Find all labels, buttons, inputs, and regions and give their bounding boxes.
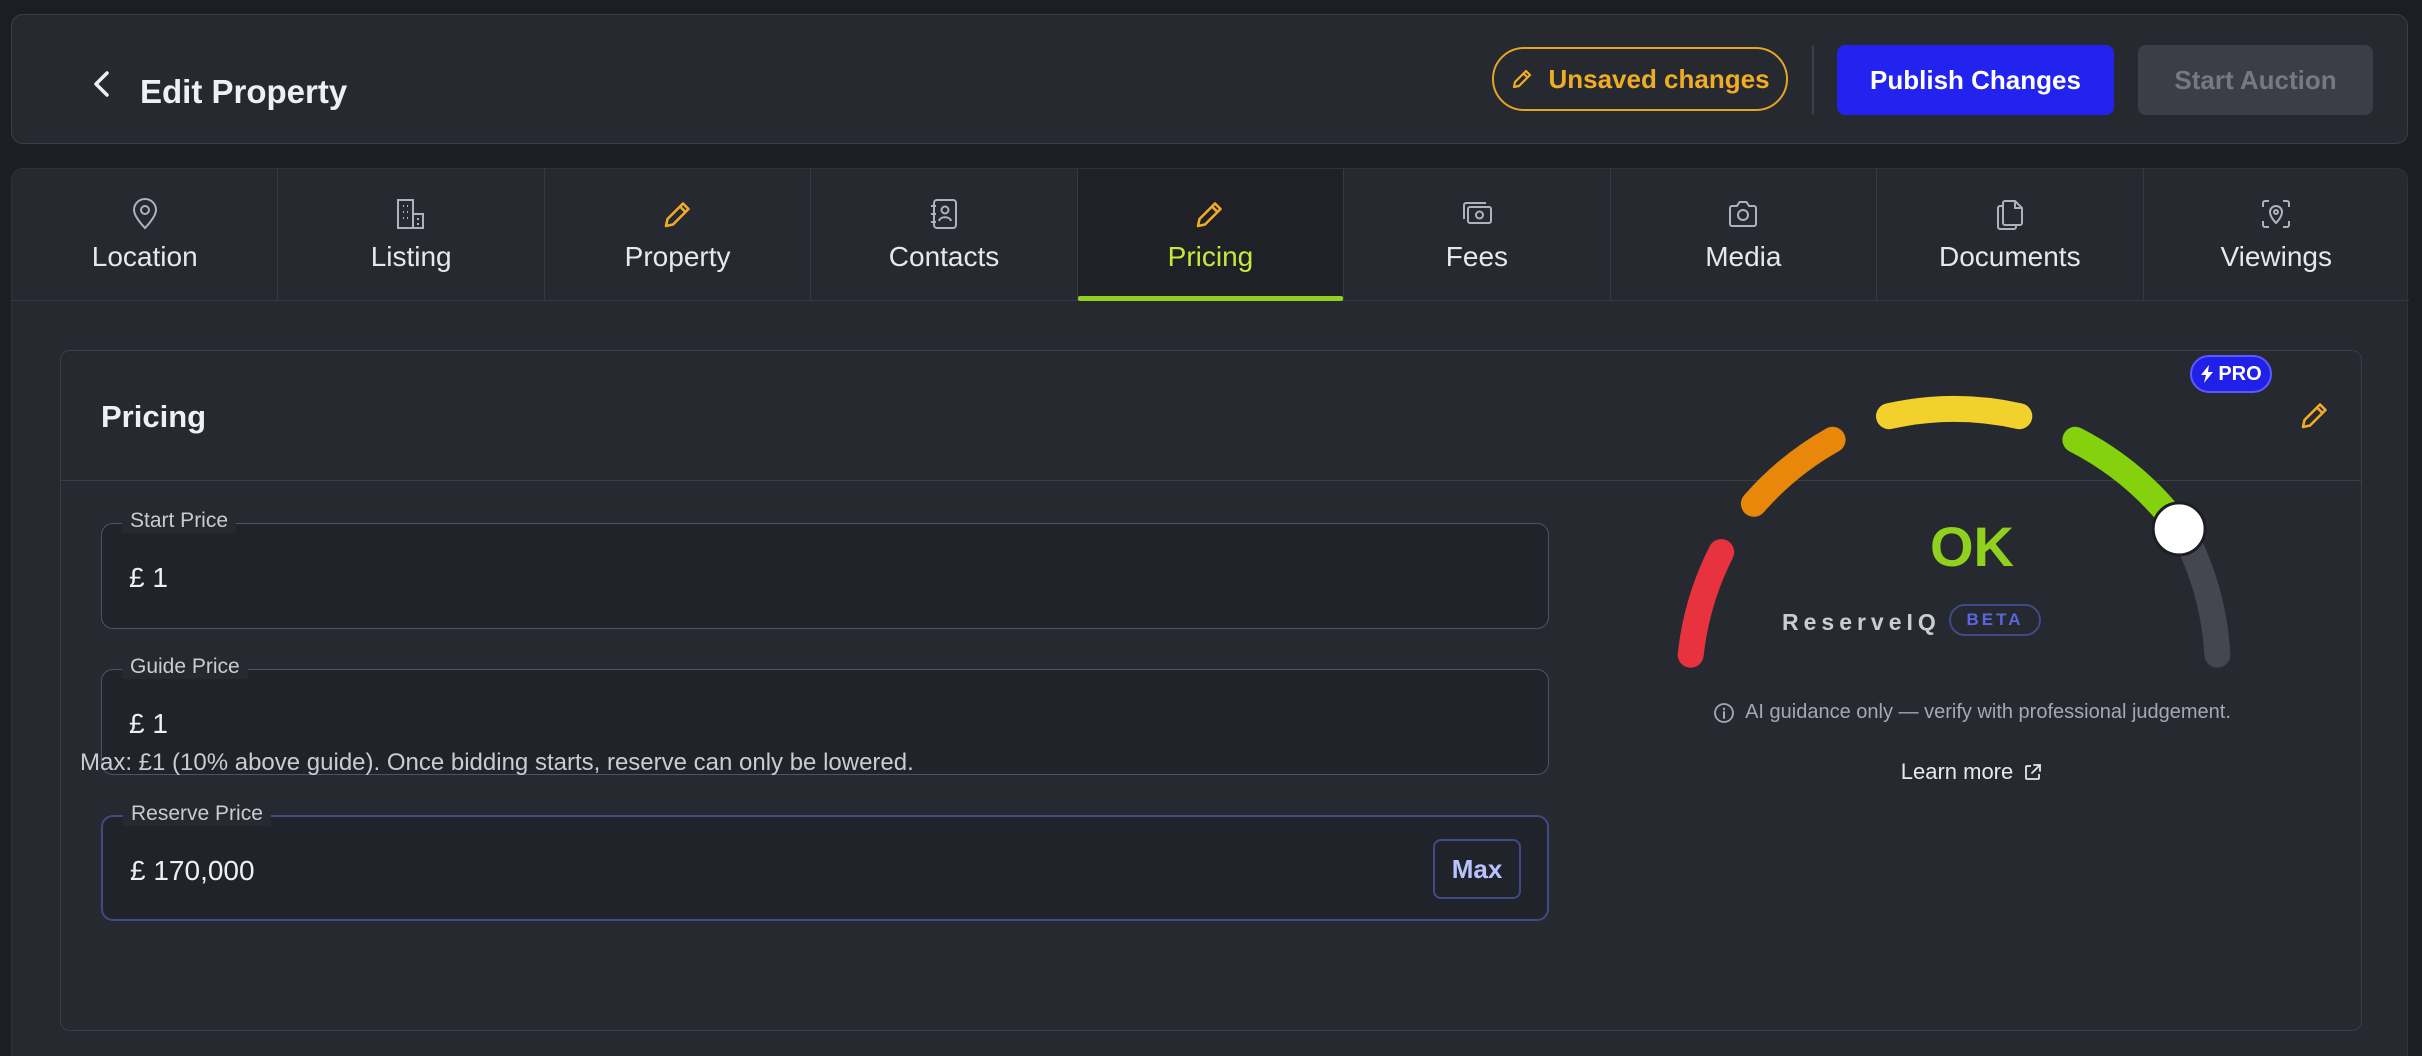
- reserveiq-brand: ReserveIQ: [1782, 609, 1941, 635]
- gauge-segment-yellow: [1876, 396, 2033, 430]
- pencil-icon: [664, 201, 690, 227]
- documents-icon: [1996, 199, 2023, 230]
- disclaimer-text: AI guidance only — verify with professio…: [1745, 701, 2231, 723]
- beta-badge: BETA: [1949, 604, 2041, 636]
- tab-label: Location: [91, 240, 198, 272]
- main-panel: Location Listing Property Contacts Prici…: [11, 168, 2409, 1056]
- tab-media[interactable]: Media: [1611, 169, 1878, 300]
- pencil-icon: [1513, 69, 1532, 89]
- gauge-segment-green: [2062, 426, 2188, 535]
- tab-label: Listing: [370, 240, 452, 272]
- start-price-field[interactable]: Start Price £ 1: [101, 509, 1549, 629]
- lightning-icon: [2201, 365, 2214, 383]
- pro-label: PRO: [2218, 362, 2262, 385]
- start-price-value: £ 1: [129, 562, 168, 593]
- page-title: Edit Property: [140, 73, 348, 110]
- ai-disclaimer: AI guidance only — verify with professio…: [1662, 701, 2282, 724]
- start-price-label: Start Price: [122, 509, 237, 533]
- tab-bar: Location Listing Property Contacts Prici…: [12, 169, 2409, 301]
- top-bar: Edit Property Unsaved changes Publish Ch…: [11, 14, 2408, 144]
- tab-fees[interactable]: Fees: [1344, 169, 1611, 300]
- publish-changes-button[interactable]: Publish Changes: [1837, 45, 2114, 115]
- guide-price-label: Guide Price: [122, 655, 248, 679]
- unsaved-changes-badge: Unsaved changes: [1492, 47, 1788, 111]
- tab-label: Documents: [1938, 240, 2081, 272]
- gauge-status: OK: [1930, 515, 2014, 578]
- scan-location-icon: [2262, 199, 2291, 228]
- reserve-price-value: £ 170,000: [130, 855, 255, 886]
- tab-pricing[interactable]: Pricing: [1077, 169, 1345, 301]
- tab-label: Property: [624, 240, 731, 272]
- contact-book-icon: [931, 198, 958, 229]
- tab-viewings[interactable]: Viewings: [2144, 169, 2409, 300]
- external-link-icon: [2025, 764, 2042, 780]
- tab-label: Media: [1705, 240, 1782, 272]
- tab-property[interactable]: Property: [545, 169, 812, 300]
- info-icon: [1714, 702, 1734, 723]
- max-button[interactable]: Max: [1433, 839, 1521, 899]
- reserve-price-label: Reserve Price: [123, 802, 271, 826]
- learn-more-link[interactable]: Learn more: [1842, 759, 2102, 785]
- building-icon: [397, 198, 425, 229]
- tab-label: Fees: [1445, 240, 1509, 272]
- tab-label: Contacts: [888, 240, 1000, 272]
- money-icon: [1462, 201, 1492, 224]
- tab-contacts[interactable]: Contacts: [811, 169, 1078, 300]
- card-title: Pricing: [101, 399, 207, 434]
- tab-label: Viewings: [2220, 240, 2332, 272]
- guide-price-value: £ 1: [129, 708, 168, 739]
- back-button[interactable]: [78, 64, 126, 104]
- pro-badge: PRO: [2190, 355, 2272, 393]
- start-auction-button[interactable]: Start Auction: [2138, 45, 2373, 115]
- tab-location[interactable]: Location: [12, 169, 279, 300]
- edit-pencil-icon[interactable]: [2297, 397, 2333, 433]
- tab-documents[interactable]: Documents: [1877, 169, 2144, 300]
- gauge-segment-grey: [2176, 531, 2231, 668]
- unsaved-label: Unsaved changes: [1548, 63, 1770, 94]
- reserve-helper-text: Max: £1 (10% above guide). Once bidding …: [80, 749, 914, 776]
- gauge-indicator-knob: [2151, 501, 2207, 557]
- chevron-left-icon: [94, 71, 109, 97]
- learn-more-label: Learn more: [1900, 759, 2014, 784]
- pencil-icon: [1197, 201, 1223, 227]
- divider: [1812, 45, 1814, 115]
- tab-listing[interactable]: Listing: [278, 169, 545, 300]
- camera-icon: [1729, 200, 1758, 227]
- gauge-segment-red: [1677, 539, 1735, 668]
- map-pin-icon: [132, 197, 157, 229]
- gauge-segment-orange: [1740, 426, 1846, 517]
- tab-label: Pricing: [1167, 240, 1254, 272]
- reserve-price-field[interactable]: Reserve Price £ 170,000 Max: [101, 802, 1549, 921]
